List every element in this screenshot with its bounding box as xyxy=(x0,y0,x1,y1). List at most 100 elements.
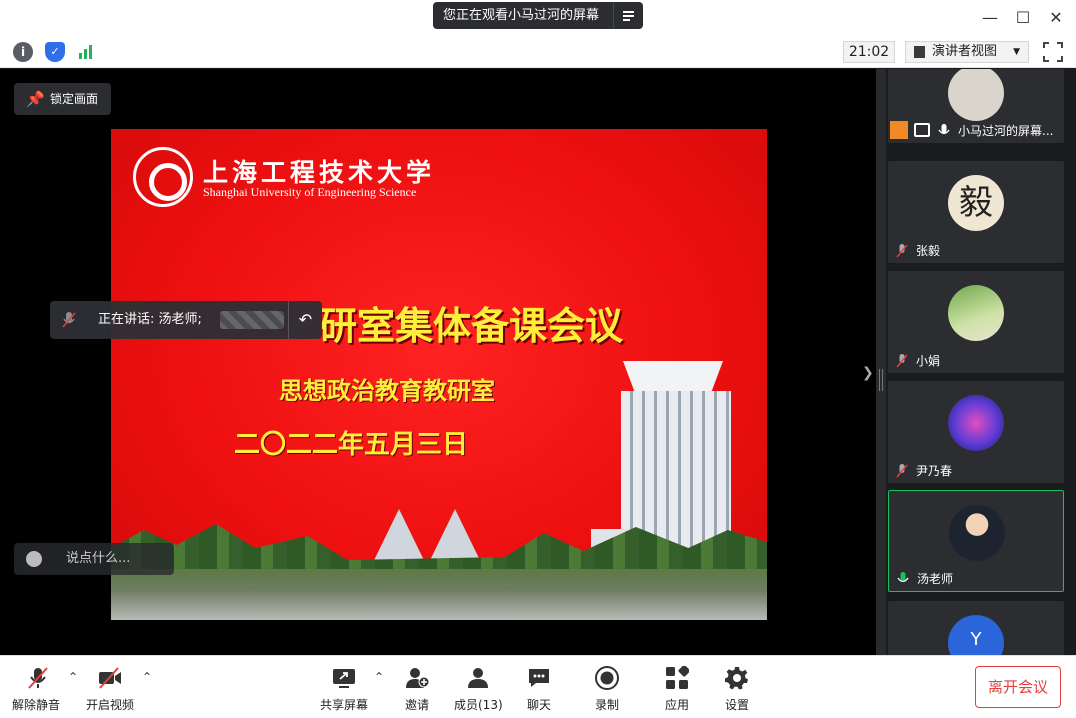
university-name-en: Shanghai University of Engineering Scien… xyxy=(203,185,417,199)
chevron-up-icon[interactable]: ⌃ xyxy=(142,670,156,684)
participant-bar: 张毅 xyxy=(888,239,1064,263)
maximize-icon[interactable]: ☐ xyxy=(1013,8,1033,28)
chevron-down-icon: ▼ xyxy=(1013,47,1020,57)
chevron-up-icon[interactable]: ⌃ xyxy=(68,670,82,684)
participant-tile[interactable]: Y xyxy=(888,601,1064,655)
bottom-toolbar: 解除静音 ⌃ 开启视频 ⌃ 共享屏幕 ⌃ 邀请 成员(13) 聊天 录制 应用 … xyxy=(0,655,1076,718)
apps-icon xyxy=(666,666,689,689)
participant-tile-active-speaker[interactable]: 汤老师 xyxy=(888,490,1064,592)
mic-muted-icon xyxy=(896,354,908,368)
participant-name: 汤老师 xyxy=(917,572,954,586)
participant-bar: 小娟 xyxy=(888,349,1064,373)
video-off-icon xyxy=(99,667,121,689)
signal-icon[interactable] xyxy=(76,42,96,62)
users-icon xyxy=(468,668,488,688)
unmute-button[interactable]: 解除静音 xyxy=(12,664,64,714)
record-icon xyxy=(595,666,619,690)
avatar xyxy=(948,285,1004,341)
avatar: 毅 xyxy=(948,175,1004,231)
mic-muted-icon xyxy=(896,464,908,478)
apps-button[interactable]: 应用 xyxy=(662,664,692,714)
chat-label: 聊天 xyxy=(527,698,552,712)
share-banner-text: 您正在观看小马过河的屏幕 xyxy=(443,8,600,23)
share-screen-button[interactable]: 共享屏幕 xyxy=(318,664,370,714)
participant-name: 张毅 xyxy=(916,244,941,258)
gear-icon xyxy=(725,667,748,690)
avatar: Y xyxy=(948,615,1004,655)
unmute-label: 解除静音 xyxy=(12,698,61,712)
members-button[interactable]: 成员(13) xyxy=(452,664,504,714)
participant-tile[interactable]: 毅 张毅 xyxy=(888,161,1064,263)
fullscreen-icon[interactable] xyxy=(1043,42,1063,62)
share-screen-icon xyxy=(914,123,930,137)
university-name-cn: 上海工程技术大学 xyxy=(203,158,436,187)
chat-input-bar[interactable]: 说点什么... xyxy=(14,543,174,575)
members-label: 成员(13) xyxy=(454,698,503,712)
share-menu-icon[interactable] xyxy=(613,2,643,29)
lock-screen-button[interactable]: 📌 锁定画面 xyxy=(14,83,111,115)
leave-meeting-button[interactable]: 离开会议 xyxy=(975,666,1061,708)
participant-tile[interactable]: 小马过河的屏幕... xyxy=(888,69,1064,143)
apps-label: 应用 xyxy=(665,698,690,712)
add-user-icon xyxy=(406,668,429,688)
participant-name: 尹乃春 xyxy=(916,464,953,478)
start-video-label: 开启视频 xyxy=(86,698,135,712)
panel-divider[interactable] xyxy=(876,69,886,655)
title-bar: 您正在观看小马过河的屏幕 — ☐ ✕ xyxy=(0,0,1076,36)
info-icon[interactable]: i xyxy=(13,42,33,62)
speaking-label: 正在讲话: 汤老师; xyxy=(98,312,202,327)
slide-date: 二〇二二年五月三日 xyxy=(233,430,468,460)
mic-muted-icon xyxy=(28,667,48,689)
mic-muted-icon xyxy=(62,312,76,328)
pin-icon: 📌 xyxy=(26,90,45,108)
shield-icon[interactable]: ✓ xyxy=(45,42,65,62)
meeting-window: 您正在观看小马过河的屏幕 — ☐ ✕ i ✓ 21:02 演讲者视图 ▼ 📌 锁… xyxy=(0,0,1076,718)
speaker-view-icon xyxy=(914,46,925,58)
campus-ground-image xyxy=(111,569,767,620)
chat-button[interactable]: 聊天 xyxy=(524,664,554,714)
participant-name: 小马过河的屏幕... xyxy=(958,124,1054,138)
minimize-icon[interactable]: — xyxy=(980,8,1000,28)
share-screen-label: 共享屏幕 xyxy=(320,698,369,712)
chevron-up-icon[interactable]: ⌃ xyxy=(374,670,388,684)
participant-tile[interactable]: 尹乃春 xyxy=(888,381,1064,483)
chevron-right-icon[interactable]: ❯ xyxy=(862,365,874,381)
shared-screen-stage: 📌 锁定画面 上海工程技术大学 Shanghai University of E… xyxy=(0,69,876,655)
settings-label: 设置 xyxy=(725,698,750,712)
chat-placeholder: 说点什么... xyxy=(66,551,131,566)
record-label: 录制 xyxy=(595,698,620,712)
emoji-icon[interactable] xyxy=(26,551,42,567)
participant-bar: 汤老师 xyxy=(889,567,1063,591)
avatar xyxy=(948,69,1004,121)
speaking-indicator: 正在讲话: 汤老师; ↶ xyxy=(50,301,322,339)
invite-label: 邀请 xyxy=(405,698,430,712)
participant-tile[interactable]: 小娟 xyxy=(888,271,1064,373)
share-screen-icon xyxy=(333,669,355,688)
avatar xyxy=(949,505,1005,561)
view-mode-label: 演讲者视图 xyxy=(932,44,998,59)
mic-icon xyxy=(938,124,950,135)
settings-button[interactable]: 设置 xyxy=(722,664,752,714)
info-bar: i ✓ 21:02 演讲者视图 ▼ xyxy=(0,36,1076,68)
host-icon xyxy=(890,121,908,139)
blurred-name xyxy=(220,311,284,329)
lock-screen-label: 锁定画面 xyxy=(50,92,99,106)
chat-icon xyxy=(529,669,549,687)
invite-button[interactable]: 邀请 xyxy=(402,664,432,714)
slide-subtitle: 思想政治教育教研室 xyxy=(279,377,495,405)
participant-name: 小娟 xyxy=(916,354,941,368)
university-logo xyxy=(133,147,193,207)
participant-bar: 尹乃春 xyxy=(888,459,1064,483)
participant-list: 小马过河的屏幕... 毅 张毅 小娟 尹乃春 汤老师 Y xyxy=(886,69,1076,655)
meeting-clock: 21:02 xyxy=(843,41,895,63)
undo-icon[interactable]: ↶ xyxy=(288,301,322,339)
close-icon[interactable]: ✕ xyxy=(1046,8,1066,28)
start-video-button[interactable]: 开启视频 xyxy=(86,664,138,714)
screen-share-banner[interactable]: 您正在观看小马过河的屏幕 xyxy=(433,2,643,29)
mic-muted-icon xyxy=(896,244,908,258)
record-button[interactable]: 录制 xyxy=(592,664,622,714)
view-mode-select[interactable]: 演讲者视图 ▼ xyxy=(905,41,1029,63)
presentation-slide: 上海工程技术大学 Shanghai University of Engineer… xyxy=(111,129,767,620)
participant-bar: 小马过河的屏幕... xyxy=(888,119,1064,143)
mic-speaking-icon xyxy=(897,572,909,583)
